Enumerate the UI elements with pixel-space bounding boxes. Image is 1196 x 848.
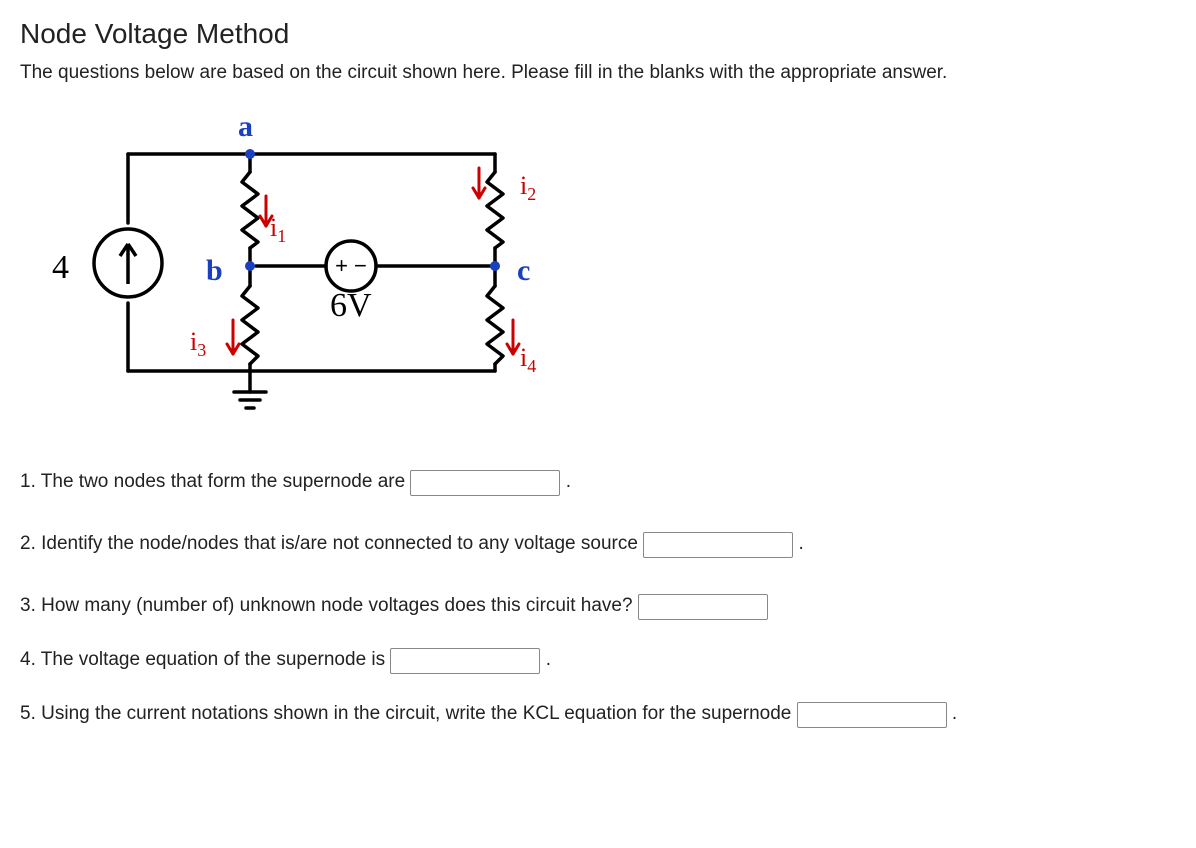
- q2-period: .: [798, 533, 803, 554]
- q3-text: 3. How many (number of) unknown node vol…: [20, 595, 633, 616]
- q4-text: 4. The voltage equation of the supernode…: [20, 649, 385, 670]
- voltage-polarity: + −: [335, 253, 367, 278]
- question-1: 1. The two nodes that form the supernode…: [20, 468, 1176, 496]
- current-i1-label: i1: [270, 213, 286, 246]
- current-i4-label: i4: [520, 343, 536, 376]
- q2-text: 2. Identify the node/nodes that is/are n…: [20, 533, 638, 554]
- q1-text: 1. The two nodes that form the supernode…: [20, 471, 405, 492]
- node-c-label: c: [517, 254, 530, 287]
- q4-period: .: [546, 649, 551, 670]
- q2-input[interactable]: [643, 532, 793, 558]
- question-3: 3. How many (number of) unknown node vol…: [20, 592, 1176, 620]
- q1-input[interactable]: [410, 470, 560, 496]
- question-4: 4. The voltage equation of the supernode…: [20, 646, 1176, 674]
- instructions: The questions below are based on the cir…: [20, 62, 1176, 84]
- circuit-diagram: + − a b c 4 6V: [20, 98, 1176, 434]
- question-2: 2. Identify the node/nodes that is/are n…: [20, 530, 1176, 558]
- current-i2-label: i2: [520, 171, 536, 204]
- q5-text: 5. Using the current notations shown in …: [20, 703, 791, 724]
- voltage-source-label: 6V: [330, 287, 372, 324]
- current-source-label: 4: [52, 249, 69, 286]
- question-5: 5. Using the current notations shown in …: [20, 700, 1176, 728]
- current-i3-label: i3: [190, 327, 206, 360]
- node-a-label: a: [238, 110, 253, 143]
- q5-input[interactable]: [797, 702, 947, 728]
- node-b-label: b: [206, 254, 223, 287]
- q3-input[interactable]: [638, 594, 768, 620]
- q1-period: .: [566, 471, 571, 492]
- q4-input[interactable]: [390, 648, 540, 674]
- page-title: Node Voltage Method: [20, 18, 1176, 50]
- q5-period: .: [952, 703, 957, 724]
